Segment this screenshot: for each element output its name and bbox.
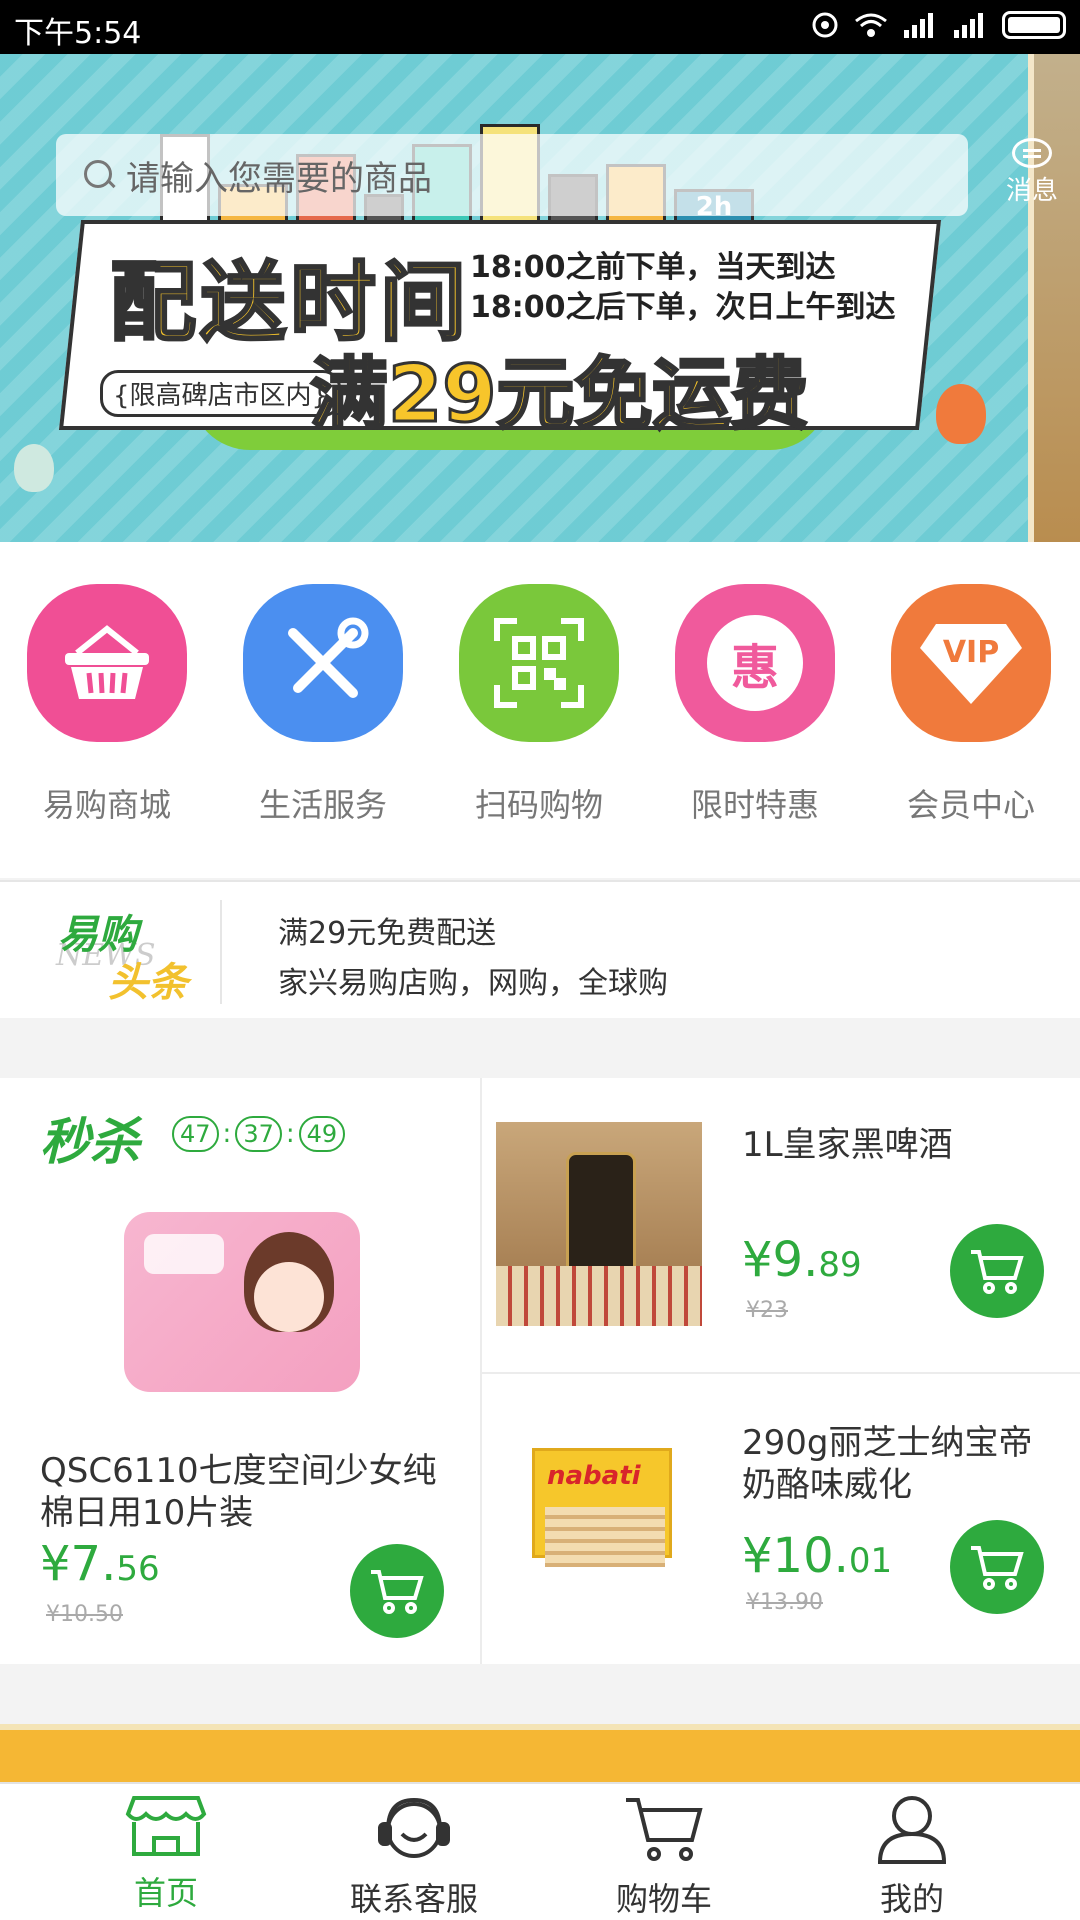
news-line-2[interactable]: 家兴易购店购，网购，全球购 — [278, 958, 668, 1002]
status-icons — [810, 10, 1066, 40]
qr-scan-icon — [459, 584, 619, 742]
balloon-icon — [936, 384, 986, 444]
signal-icon — [904, 13, 933, 38]
poster-line-2: 18:00之后下单，次日上午到达 — [470, 290, 896, 325]
tab-home[interactable]: 首页 — [76, 1794, 256, 1914]
balloon-icon — [14, 444, 54, 492]
delivery-poster: 配送时间 18:00之前下单，当天到达 18:00之后下单，次日上午到达 {限高… — [58, 220, 942, 480]
tab-label: 购物车 — [615, 1880, 712, 1918]
headset-icon — [378, 1797, 450, 1858]
tools-icon — [243, 584, 403, 742]
cart-icon — [371, 1570, 424, 1614]
quick-item-mall[interactable]: 易购商城 — [27, 584, 187, 826]
product-price: ¥7.56 — [40, 1536, 160, 1592]
status-time: 下午5:54 — [14, 16, 142, 51]
next-promo-banner[interactable] — [0, 1724, 1080, 1784]
add-to-cart-button[interactable] — [350, 1544, 444, 1638]
poster-limit-note: {限高碑店市区内} — [100, 370, 342, 417]
quick-item-label: 限时特惠 — [690, 786, 819, 824]
person-icon — [877, 1796, 947, 1864]
tab-customer-service[interactable]: 联系客服 — [324, 1794, 504, 1920]
quick-item-flash-deals[interactable]: 惠 限时特惠 — [675, 584, 835, 826]
cart-icon — [971, 1546, 1024, 1590]
divider — [220, 900, 222, 1004]
add-to-cart-button[interactable] — [950, 1520, 1044, 1614]
discount-badge-icon: 惠 — [675, 584, 835, 742]
promo-banner-carousel[interactable]: 2h 配送时间 18:00之前下单，当天到达 18:00之后下单，次日上午到达 … — [0, 54, 1080, 542]
tab-label: 首页 — [133, 1874, 198, 1912]
quick-item-services[interactable]: 生活服务 — [243, 584, 403, 826]
news-ticker[interactable]: NEWS 易购 头条 满29元免费配送 家兴易购店购，网购，全球购 — [0, 880, 1080, 1018]
product-image-sanitary-pads — [124, 1212, 360, 1392]
quick-item-label: 生活服务 — [258, 786, 387, 824]
svg-text:VIP: VIP — [943, 635, 999, 670]
product-card[interactable]: nabati 290g丽芝士纳宝帝奶酪味威化 ¥10.01 ¥13.90 — [482, 1374, 1080, 1664]
product-price: ¥9.89 — [742, 1232, 862, 1288]
tab-cart[interactable]: 购物车 — [574, 1794, 754, 1920]
product-price: ¥10.01 — [742, 1528, 893, 1584]
product-card[interactable]: 1L皇家黑啤酒 ¥9.89 ¥23 — [482, 1078, 1080, 1372]
poster-line-1: 18:00之前下单，当天到达 — [470, 250, 836, 285]
quick-item-label: 易购商城 — [42, 786, 171, 824]
messages-button[interactable]: 消息 — [1000, 138, 1064, 207]
search-icon — [82, 158, 116, 192]
product-image-beer — [496, 1122, 702, 1326]
tab-label: 联系客服 — [349, 1880, 478, 1918]
tab-label: 我的 — [879, 1880, 944, 1918]
quick-item-scan[interactable]: 扫码购物 — [459, 584, 619, 826]
vip-diamond-icon: VIP — [891, 584, 1051, 742]
quick-item-label: 会员中心 — [906, 786, 1035, 824]
message-bubble-icon — [1012, 138, 1052, 168]
search-placeholder: 请输入您需要的商品 — [126, 158, 432, 199]
original-price: ¥10.50 — [46, 1602, 123, 1627]
product-name[interactable]: QSC6110七度空间少女纯棉日用10片装 — [40, 1450, 460, 1534]
original-price: ¥23 — [746, 1298, 788, 1323]
battery-icon — [1002, 11, 1066, 39]
news-line-1[interactable]: 满29元免费配送 — [278, 908, 496, 952]
quick-item-label: 扫码购物 — [474, 786, 603, 824]
basket-icon — [27, 584, 187, 742]
bottom-tab-bar: 首页 联系客服 购物车 我的 — [0, 1782, 1080, 1920]
hotspot-icon — [812, 12, 838, 38]
featured-product-card[interactable]: QSC6110七度空间少女纯棉日用10片装 ¥7.56 ¥10.50 — [0, 1078, 480, 1664]
signal-icon-2 — [954, 13, 983, 38]
storefront-icon — [125, 1796, 207, 1856]
original-price: ¥13.90 — [746, 1590, 823, 1615]
status-bar: 下午5:54 — [0, 0, 1080, 54]
next-slide-peek — [1028, 54, 1080, 542]
product-image-wafer: nabati — [532, 1448, 672, 1567]
cart-icon — [971, 1250, 1024, 1294]
wifi-icon — [855, 13, 887, 37]
add-to-cart-button[interactable] — [950, 1224, 1044, 1318]
search-input[interactable]: 请输入您需要的商品 — [56, 134, 968, 216]
quick-item-vip[interactable]: VIP 会员中心 — [891, 584, 1051, 826]
flash-sale-section: 秒杀 47 : 37 : 49 QSC6110七度空间少女纯棉日用10片装 ¥7… — [0, 1078, 1080, 1664]
messages-label: 消息 — [1005, 176, 1058, 206]
quick-menu: 易购商城 生活服务 扫码购物 惠 限时特惠 VIP 会员中心 — [0, 542, 1080, 878]
poster-offer: 满29元免运费 — [309, 349, 811, 442]
news-logo: NEWS 易购 头条 — [56, 912, 188, 1006]
product-name[interactable]: 1L皇家黑啤酒 — [742, 1124, 1062, 1166]
cart-icon — [626, 1798, 703, 1861]
tab-profile[interactable]: 我的 — [822, 1794, 1002, 1920]
product-name[interactable]: 290g丽芝士纳宝帝奶酪味威化 — [742, 1422, 1062, 1506]
